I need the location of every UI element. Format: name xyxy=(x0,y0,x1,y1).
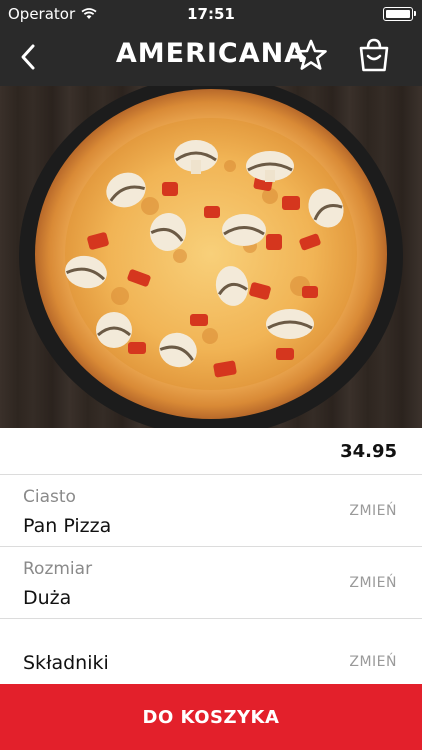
option-row-dough[interactable]: Ciasto Pan Pizza ZMIEŃ xyxy=(0,475,422,547)
battery-icon xyxy=(383,7,416,21)
option-label: Ciasto xyxy=(23,487,76,507)
clock: 17:51 xyxy=(187,5,235,23)
nav-bar: AMERICANA xyxy=(0,28,422,86)
status-bar: Operator 17:51 xyxy=(0,0,422,28)
change-size-button[interactable]: ZMIEŃ xyxy=(349,575,397,591)
pizza-illustration xyxy=(19,86,403,428)
option-value: Duża xyxy=(23,587,72,609)
product-image xyxy=(0,86,422,428)
option-row-size[interactable]: Rozmiar Duża ZMIEŃ xyxy=(0,547,422,619)
option-label: Rozmiar xyxy=(23,559,93,579)
option-row-ingredients[interactable]: Składniki ZMIEŃ xyxy=(0,619,422,691)
price-row: 34.95 xyxy=(0,428,422,475)
add-to-cart-button[interactable]: DO KOSZYKA xyxy=(0,684,422,750)
option-value: Pan Pizza xyxy=(23,515,112,537)
change-dough-button[interactable]: ZMIEŃ xyxy=(349,503,397,519)
product-price: 34.95 xyxy=(340,441,397,462)
shopping-bag-icon[interactable] xyxy=(357,37,391,73)
change-ingredients-button[interactable]: ZMIEŃ xyxy=(349,654,397,670)
option-label: Składniki xyxy=(23,652,109,674)
star-icon[interactable] xyxy=(294,38,328,72)
